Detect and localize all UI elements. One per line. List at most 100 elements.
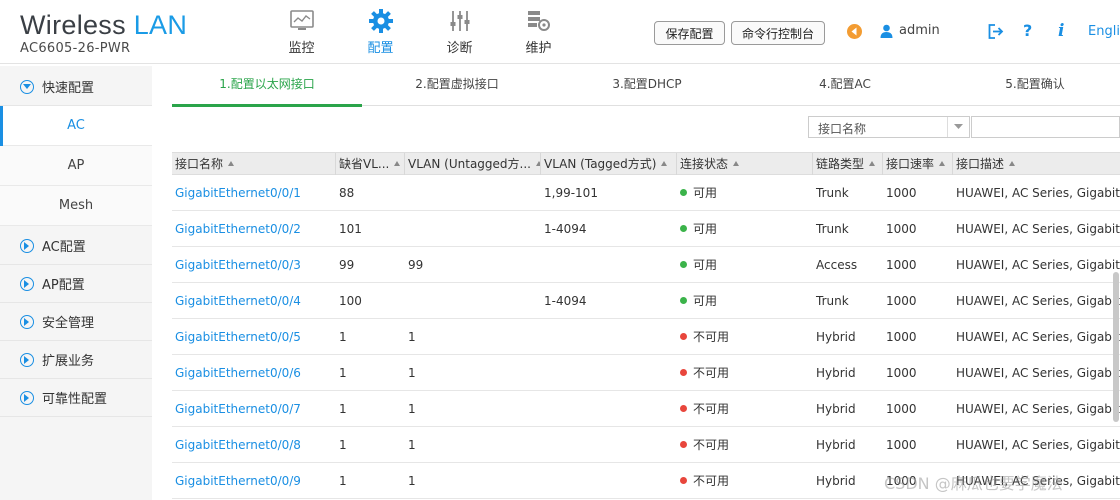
sidebar-item-security[interactable]: 安全管理 [0, 303, 152, 341]
table-row[interactable]: GigabitEthernet0/0/6 1 1 不可用 Hybrid 1000 HUAWE… [172, 355, 1120, 391]
status-cell: 不可用 [677, 355, 813, 391]
sidebar-item-ac-config[interactable]: AC配置 [0, 227, 152, 265]
column-header[interactable]: VLAN (Untagged方... [405, 153, 541, 175]
table-cell: Hybrid [816, 474, 856, 488]
step-4[interactable]: 4.配置AC [750, 66, 940, 106]
table-body: GigabitEthernet0/0/1 88 1,99-101 可用 Trunk 100… [172, 175, 1120, 499]
table-cell: Hybrid [816, 330, 856, 344]
status-dot-icon [680, 333, 687, 340]
table-row[interactable]: GigabitEthernet0/0/5 1 1 不可用 Hybrid 1000 HUAWE… [172, 319, 1120, 355]
monitor-icon [262, 8, 341, 34]
interface-link[interactable]: GigabitEthernet0/0/7 [172, 391, 336, 427]
table-row[interactable]: GigabitEthernet0/0/2 101 1-4094 可用 Trunk 1000… [172, 211, 1120, 247]
info-icon[interactable]: i [1058, 21, 1064, 41]
column-header[interactable]: 链路类型 [813, 153, 883, 175]
table-cell: 1000 [886, 402, 917, 416]
sidebar-item-ap[interactable]: AP [0, 146, 152, 186]
table-row[interactable]: GigabitEthernet0/0/4 100 1-4094 可用 Trunk 1000… [172, 283, 1120, 319]
table-cell: HUAWEI, AC Series, GigabitEt [956, 294, 1120, 308]
save-config-button[interactable]: 保存配置 [654, 21, 725, 45]
column-header[interactable]: 接口名称 [172, 153, 336, 175]
table-cell: 1000 [886, 186, 917, 200]
sidebar-item-ac[interactable]: AC [0, 106, 152, 146]
interface-link[interactable]: GigabitEthernet0/0/6 [172, 355, 336, 391]
nav-config[interactable]: 配置 [341, 6, 420, 56]
filter-input[interactable] [971, 116, 1120, 138]
column-header[interactable]: 接口描述 [953, 153, 1120, 175]
language-switch[interactable]: English [1088, 24, 1120, 39]
interface-link[interactable]: GigabitEthernet0/0/3 [172, 247, 336, 283]
interface-link[interactable]: GigabitEthernet0/0/1 [172, 175, 336, 211]
back-icon[interactable] [847, 24, 862, 39]
status-dot-icon [680, 477, 687, 484]
sidebar-item-quick-config[interactable]: 快速配置 [0, 68, 152, 106]
table-cell [541, 463, 677, 499]
table-cell: 1-4094 [544, 294, 587, 308]
table-cell [541, 427, 677, 463]
sidebar-item-extended[interactable]: 扩展业务 [0, 341, 152, 379]
cli-console-button[interactable]: 命令行控制台 [731, 21, 825, 45]
interface-link[interactable]: GigabitEthernet0/0/9 [172, 463, 336, 499]
status-dot-icon [680, 405, 687, 412]
table-cell [405, 175, 541, 211]
top-header: Wireless LAN AC6605-26-PWR 监控 配置 诊断 维护 保… [0, 0, 1120, 64]
table-row[interactable]: GigabitEthernet0/0/7 1 1 不可用 Hybrid 1000 HUAWE… [172, 391, 1120, 427]
user-name[interactable]: admin [899, 23, 940, 38]
status-text: 不可用 [693, 366, 730, 380]
column-header[interactable]: 接口速率 [883, 153, 953, 175]
sidebar-item-label: AC配置 [42, 240, 86, 255]
column-header-label: 接口速率 [886, 157, 935, 171]
interface-link[interactable]: GigabitEthernet0/0/5 [172, 319, 336, 355]
table-cell: 1 [408, 402, 416, 416]
table-row[interactable]: GigabitEthernet0/0/3 99 99 可用 Access 1000 HUAW… [172, 247, 1120, 283]
table-cell: HUAWEI, AC Series, GigabitEt [956, 258, 1120, 272]
table-cell [541, 319, 677, 355]
step-5[interactable]: 5.配置确认 [940, 66, 1120, 106]
step-1[interactable]: 1.配置以太网接口 [172, 66, 362, 107]
step-2[interactable]: 2.配置虚拟接口 [362, 66, 552, 106]
table-header: 接口名称 缺省VL... VLAN (Untagged方... VLAN (Ta… [172, 152, 1120, 175]
table-cell: Trunk [816, 222, 849, 236]
product-title-main: Wireless [20, 10, 126, 40]
nav-monitor-label: 监控 [288, 41, 315, 56]
sort-icon [733, 161, 740, 166]
maintenance-icon [499, 8, 578, 34]
column-header-label: 接口名称 [175, 157, 224, 171]
nav-monitor[interactable]: 监控 [262, 6, 341, 56]
sidebar-item-label: 快速配置 [42, 81, 95, 96]
sidebar-item-reliability[interactable]: 可靠性配置 [0, 379, 152, 417]
status-dot-icon [680, 189, 687, 196]
sidebar-item-label: 可靠性配置 [42, 392, 108, 407]
status-text: 不可用 [693, 330, 730, 344]
column-header-label: 连接状态 [680, 157, 729, 171]
sidebar-item-mesh[interactable]: Mesh [0, 186, 152, 226]
table-cell: HUAWEI, AC Series, GigabitEt [956, 330, 1120, 344]
step-3[interactable]: 3.配置DHCP [552, 66, 742, 106]
column-header[interactable]: 缺省VL... [336, 153, 405, 175]
sort-icon [1009, 161, 1016, 166]
help-icon[interactable]: ? [1023, 21, 1032, 40]
user-icon [880, 24, 893, 38]
table-cell [405, 283, 541, 319]
logout-icon[interactable] [988, 24, 1004, 39]
nav-maintain[interactable]: 维护 [499, 6, 578, 56]
table-cell: 1-4094 [544, 222, 587, 236]
table-row[interactable]: GigabitEthernet0/0/8 1 1 不可用 Hybrid 1000 HUAWE… [172, 427, 1120, 463]
table-cell: HUAWEI, AC Series, GigabitEt [956, 438, 1120, 452]
table-cell: 1 [408, 474, 416, 488]
chevron-right-icon [20, 352, 34, 367]
nav-diagnose[interactable]: 诊断 [420, 6, 499, 56]
column-header[interactable]: VLAN (Tagged方式) [541, 153, 677, 175]
table-scrollbar[interactable] [1113, 272, 1119, 422]
table-cell: Hybrid [816, 366, 856, 380]
interface-link[interactable]: GigabitEthernet0/0/2 [172, 211, 336, 247]
column-header[interactable]: 连接状态 [677, 153, 813, 175]
table-cell: 99 [408, 258, 424, 272]
filter-field-select[interactable]: 接口名称 [808, 116, 970, 138]
interface-link[interactable]: GigabitEthernet0/0/8 [172, 427, 336, 463]
table-cell: 1 [339, 474, 347, 488]
status-cell: 可用 [677, 211, 813, 247]
table-row[interactable]: GigabitEthernet0/0/1 88 1,99-101 可用 Trunk 100… [172, 175, 1120, 211]
interface-link[interactable]: GigabitEthernet0/0/4 [172, 283, 336, 319]
sidebar-item-ap-config[interactable]: AP配置 [0, 265, 152, 303]
